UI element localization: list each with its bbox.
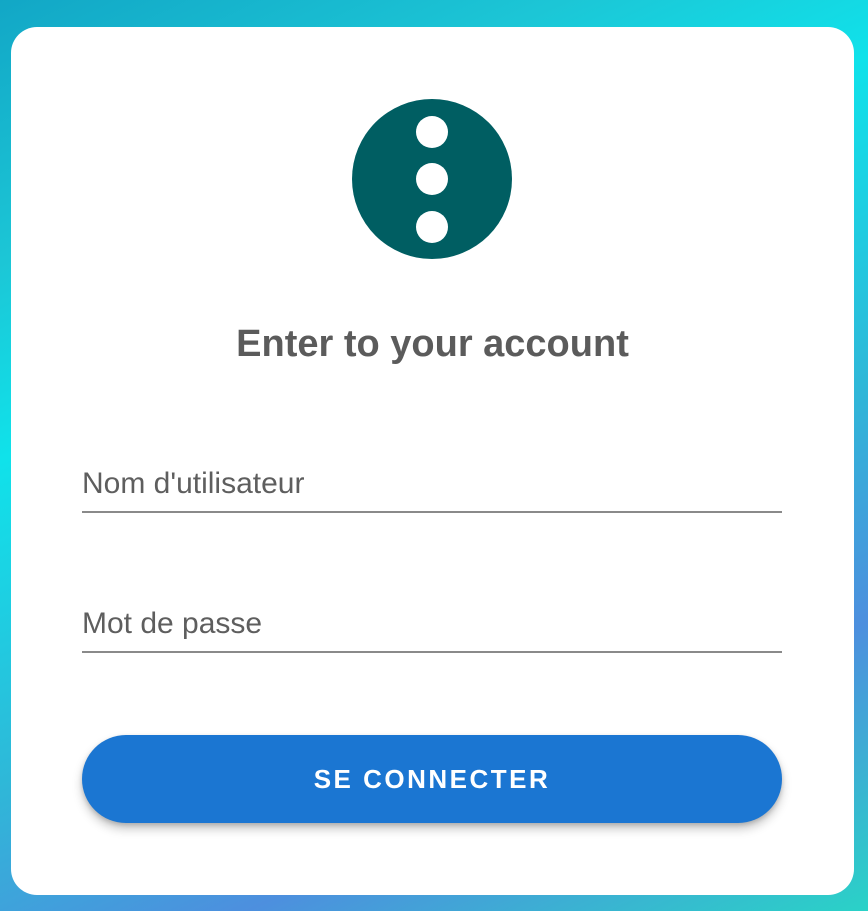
password-field-container <box>82 601 782 653</box>
login-title: Enter to your account <box>236 323 629 365</box>
password-input[interactable] <box>82 601 782 647</box>
logo-dot <box>416 116 448 148</box>
logo-dot <box>416 211 448 243</box>
username-field-container <box>82 461 782 513</box>
username-input[interactable] <box>82 461 782 507</box>
logo-dot <box>416 163 448 195</box>
login-button[interactable]: SE CONNECTER <box>82 735 782 823</box>
login-card: Enter to your account SE CONNECTER <box>11 27 854 895</box>
vertical-dots-icon <box>352 99 512 259</box>
